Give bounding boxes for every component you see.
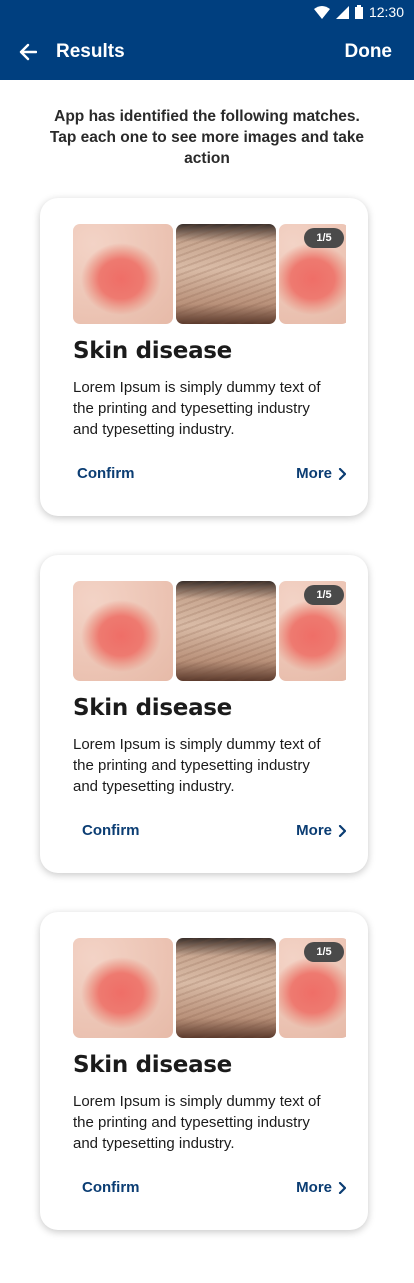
more-button[interactable]: More	[296, 822, 346, 839]
page-title: Results	[56, 41, 125, 62]
rash-image[interactable]	[73, 581, 173, 681]
more-label: More	[296, 1179, 332, 1196]
back-button[interactable]	[0, 24, 56, 80]
result-card[interactable]: 1/5 Skin disease Lorem Ipsum is simply d…	[40, 555, 368, 873]
status-time: 12:30	[368, 4, 404, 20]
skin-texture-image[interactable]	[176, 224, 276, 324]
intro-text: App has identified the following matches…	[49, 108, 365, 167]
done-button[interactable]: Done	[345, 41, 414, 63]
arrow-left-icon	[19, 43, 37, 61]
skin-texture-image[interactable]	[176, 938, 276, 1038]
card-description: Lorem Ipsum is simply dummy text of the …	[73, 1093, 321, 1152]
confirm-button[interactable]: Confirm	[82, 822, 140, 839]
chevron-right-icon	[338, 467, 346, 480]
more-label: More	[296, 465, 332, 482]
result-card[interactable]: 1/5 Skin disease Lorem Ipsum is simply d…	[40, 912, 368, 1230]
image-counter-badge: 1/5	[304, 585, 344, 605]
chevron-right-icon	[338, 824, 346, 837]
more-button[interactable]: More	[296, 1179, 346, 1196]
battery-icon	[354, 5, 363, 19]
card-description: Lorem Ipsum is simply dummy text of the …	[73, 379, 321, 438]
card-title: Skin disease	[73, 695, 232, 721]
card-title: Skin disease	[73, 1052, 232, 1078]
card-description: Lorem Ipsum is simply dummy text of the …	[73, 736, 321, 795]
rash-image[interactable]	[73, 938, 173, 1038]
more-label: More	[296, 822, 332, 839]
image-counter-badge: 1/5	[304, 942, 344, 962]
wifi-icon	[313, 5, 330, 19]
rash-image[interactable]	[73, 224, 173, 324]
result-card[interactable]: 1/5 Skin disease Lorem Ipsum is simply d…	[40, 198, 368, 516]
skin-texture-image[interactable]	[176, 581, 276, 681]
signal-icon	[335, 5, 349, 19]
chevron-right-icon	[338, 1181, 346, 1194]
image-counter-badge: 1/5	[304, 228, 344, 248]
card-title: Skin disease	[73, 338, 232, 364]
more-button[interactable]: More	[296, 465, 346, 482]
status-bar: 12:30	[0, 0, 414, 24]
confirm-button[interactable]: Confirm	[82, 1179, 140, 1196]
confirm-button[interactable]: Confirm	[77, 465, 135, 482]
app-bar: Results Done	[0, 24, 414, 80]
